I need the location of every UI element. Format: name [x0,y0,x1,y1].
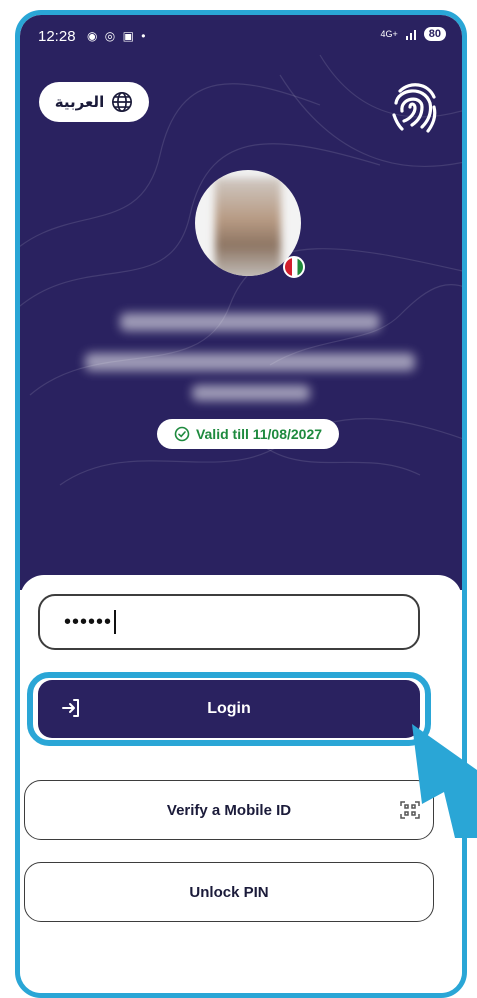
login-label: Login [207,700,251,717]
pin-input[interactable]: •••••• [38,594,420,650]
login-arrow-icon [62,699,79,717]
signal-icon [405,29,416,40]
blurred-name-line-1 [120,313,380,331]
unlock-label: Unlock PIN [189,883,269,901]
text-caret [114,610,117,634]
notification-icons: ◉ ◎ ▣ • [87,29,148,43]
login-button[interactable]: Login [38,680,420,738]
phone-frame: 12:28 ◉ ◎ ▣ • 4G+ 80 العربية Valid till … [15,10,467,998]
header-panel: 12:28 ◉ ◎ ▣ • 4G+ 80 العربية Valid till … [20,15,462,590]
globe-icon [112,92,133,112]
battery-badge: 80 [423,27,446,41]
blurred-id-number [192,385,310,401]
profile-photo [195,170,305,278]
unlock-pin-button[interactable]: Unlock PIN [24,862,434,922]
language-label: العربية [54,94,105,111]
verify-label: Verify a Mobile ID [166,801,292,819]
language-button[interactable]: العربية [39,82,149,122]
status-right-icons: 4G+ 80 [380,27,446,41]
network-label: 4G+ [380,29,398,39]
blurred-name-line-2 [85,353,415,371]
status-time: 12:28 [38,28,76,45]
validity-badge: Valid till 11/08/2027 [157,419,339,449]
verify-mobile-id-button[interactable]: Verify a Mobile ID [24,780,434,840]
pin-value: •••••• [64,610,113,633]
pointer-arrow [412,724,477,838]
fingerprint-icon[interactable] [388,77,442,137]
validity-text: Valid till 11/08/2027 [195,426,323,442]
check-circle-icon [174,426,190,442]
flag-icon [283,256,305,278]
status-bar: 12:28 ◉ ◎ ▣ • 4G+ 80 [20,15,462,59]
blurred-face [215,178,281,276]
